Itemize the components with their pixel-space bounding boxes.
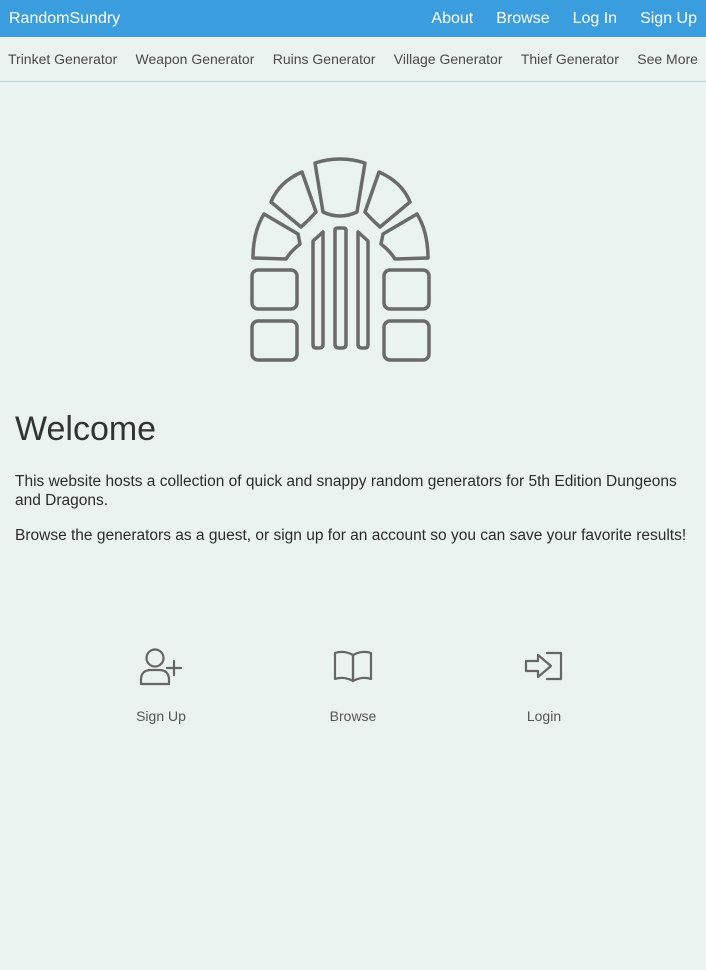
subnav-see-more[interactable]: See More — [637, 51, 698, 67]
subnav-weapon-generator[interactable]: Weapon Generator — [136, 51, 255, 67]
open-book-icon — [333, 650, 373, 683]
nav-about-link[interactable]: About — [431, 10, 473, 28]
generator-subnav: Trinket Generator Weapon Generator Ruins… — [0, 37, 706, 82]
page-title: Welcome — [15, 410, 157, 448]
top-nav: About Browse Log In Sign Up — [431, 10, 697, 28]
guest-paragraph: Browse the generators as a guest, or sig… — [15, 527, 687, 544]
subnav-village-generator[interactable]: Village Generator — [394, 51, 503, 67]
nav-signup-link[interactable]: Sign Up — [640, 10, 697, 28]
subnav-ruins-generator[interactable]: Ruins Generator — [273, 51, 376, 67]
user-plus-icon — [139, 648, 183, 686]
login-action-button[interactable]: Login — [484, 644, 604, 724]
stone-archway-icon — [249, 156, 432, 363]
nav-login-link[interactable]: Log In — [573, 10, 617, 28]
subnav-thief-generator[interactable]: Thief Generator — [521, 51, 619, 67]
login-action-label: Login — [526, 708, 562, 724]
signup-action-label: Sign Up — [136, 708, 186, 724]
intro-paragraph: This website hosts a collection of quick… — [15, 473, 677, 509]
brand-link[interactable]: RandomSundry — [9, 10, 120, 28]
nav-browse-link[interactable]: Browse — [496, 10, 549, 28]
signup-action-button[interactable]: Sign Up — [101, 644, 221, 724]
subnav-trinket-generator[interactable]: Trinket Generator — [8, 51, 117, 67]
browse-action-label: Browse — [329, 708, 377, 724]
browse-action-button[interactable]: Browse — [293, 644, 413, 724]
login-arrow-icon — [524, 651, 563, 681]
top-navbar: RandomSundry About Browse Log In Sign Up — [0, 0, 706, 37]
